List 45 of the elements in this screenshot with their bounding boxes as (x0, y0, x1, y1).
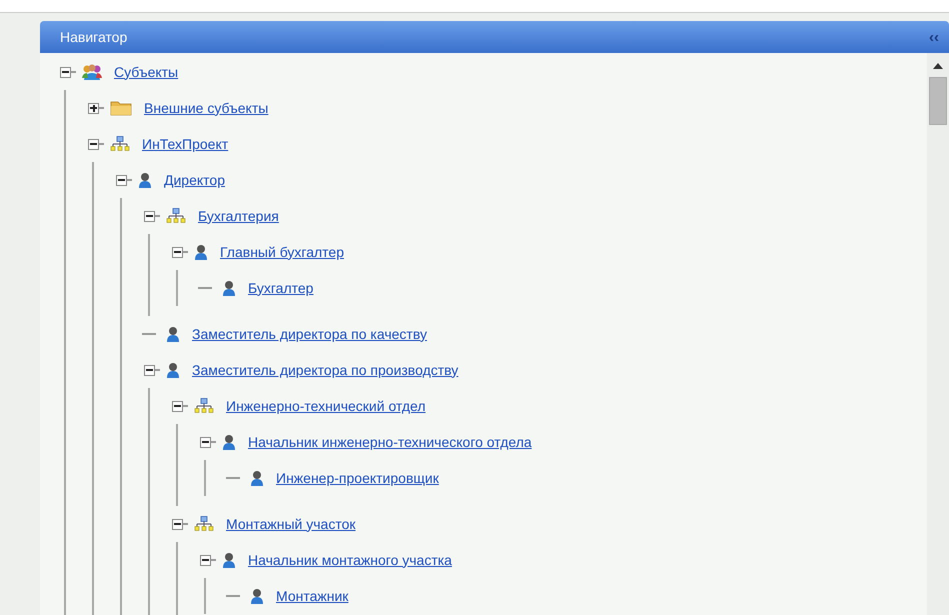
tree-link[interactable]: Бухгалтер (248, 278, 314, 298)
tree-link[interactable]: Бухгалтерия (198, 206, 279, 226)
tree-link[interactable]: Главный бухгалтер (220, 242, 344, 262)
tree-link[interactable]: ИнТехПроект (142, 134, 228, 154)
tree-link[interactable]: Инженерно-технический отдел (226, 396, 426, 416)
panel-title: Навигатор (60, 28, 128, 47)
collapse-toggle[interactable] (116, 174, 127, 186)
collapse-toggle[interactable] (172, 518, 183, 530)
scroll-up-icon[interactable] (933, 63, 943, 69)
collapse-toggle[interactable] (144, 210, 155, 222)
tree-link[interactable]: Заместитель директора по качеству (192, 324, 427, 344)
person-icon (222, 434, 236, 450)
person-icon (194, 244, 208, 260)
person-icon (250, 588, 264, 604)
org-chart-icon (194, 398, 214, 414)
tree-link[interactable]: Субъекты (114, 62, 178, 82)
org-chart-icon (110, 136, 130, 152)
collapse-toggle[interactable] (200, 554, 211, 566)
collapse-toggle[interactable] (88, 138, 99, 150)
tree-link[interactable]: Монтажник (276, 586, 348, 606)
person-icon (138, 172, 152, 188)
tree-link[interactable]: Монтажный участок (226, 514, 356, 534)
person-icon (166, 326, 180, 342)
expand-toggle[interactable] (88, 102, 99, 114)
person-icon (250, 470, 264, 486)
scroll-thumb[interactable] (929, 77, 947, 125)
tree-link[interactable]: Инженер-проектировщик (276, 468, 439, 488)
tree-link[interactable]: Директор (164, 170, 225, 190)
collapse-toggle[interactable] (172, 400, 183, 412)
person-icon (166, 362, 180, 378)
collapse-toggle[interactable] (172, 246, 183, 258)
person-icon (222, 280, 236, 296)
tree-link[interactable]: Заместитель директора по производству (192, 360, 458, 380)
org-chart-icon (166, 208, 186, 224)
collapse-toggle[interactable] (60, 66, 71, 78)
people-group-icon (82, 63, 102, 81)
collapse-toggle[interactable] (200, 436, 211, 448)
person-icon (222, 552, 236, 568)
tree-link[interactable]: Начальник монтажного участка (248, 550, 452, 570)
scrollbar[interactable] (927, 53, 949, 615)
folder-icon (110, 100, 132, 116)
collapse-toggle[interactable] (144, 364, 155, 376)
tree-link[interactable]: Внешние субъекты (144, 98, 268, 118)
tree-link[interactable]: Начальник инженерно-технического отдела (248, 432, 532, 452)
org-chart-icon (194, 516, 214, 532)
